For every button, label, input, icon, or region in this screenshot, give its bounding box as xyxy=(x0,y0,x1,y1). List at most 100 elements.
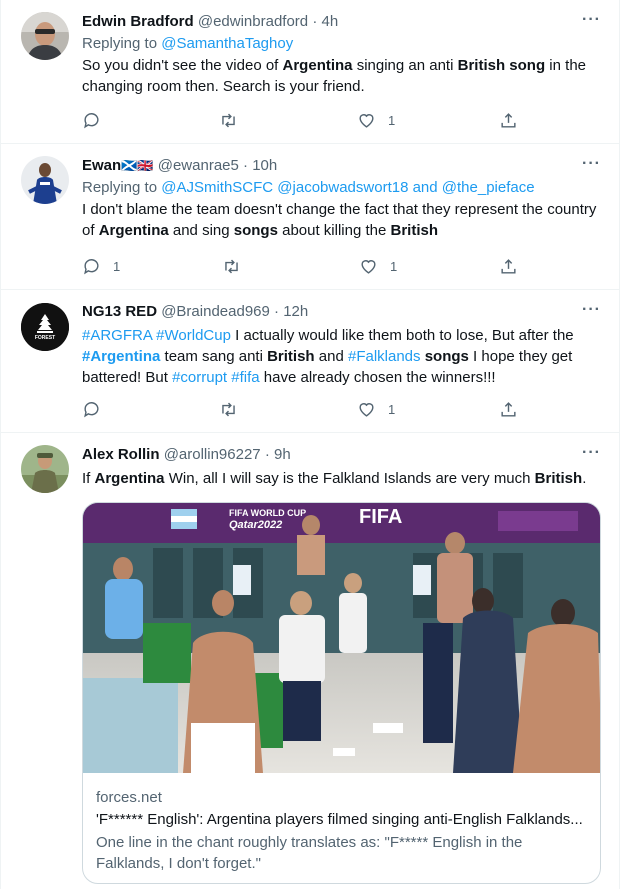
replying-to: Replying to @AJSmithSCFC @jacobwadswort1… xyxy=(82,178,601,198)
more-options-icon[interactable]: ··· xyxy=(582,302,601,318)
tweet-actions: 1 xyxy=(82,111,601,131)
separator: · xyxy=(274,303,280,320)
more-options-icon[interactable]: ··· xyxy=(582,445,601,461)
username[interactable]: @Braindead969 xyxy=(161,303,270,320)
card-image[interactable]: FIFA WORLD CUP Qatar2022 FIFA xyxy=(83,503,600,773)
reply-button[interactable]: 1 xyxy=(82,257,120,276)
reply-button[interactable] xyxy=(82,400,113,419)
highlight: song xyxy=(509,57,546,74)
avatar[interactable] xyxy=(21,12,69,60)
retweet-button[interactable] xyxy=(222,257,253,276)
text-segment: team sang anti xyxy=(160,348,268,365)
timestamp[interactable]: 9h xyxy=(274,446,291,463)
hashtag-link[interactable]: #Argentina xyxy=(82,348,160,365)
highlight: Argentina xyxy=(98,222,169,239)
card-title[interactable]: 'F****** English': Argentina players fil… xyxy=(96,810,587,830)
like-count: 1 xyxy=(388,402,396,417)
text-segment: So you didn't see the video of xyxy=(82,57,283,74)
avatar[interactable] xyxy=(21,156,69,204)
timestamp[interactable]: 10h xyxy=(252,157,277,174)
tweet-text: So you didn't see the video of Argentina… xyxy=(82,55,601,97)
username[interactable]: @arollin96227 xyxy=(164,446,261,463)
highlight: British xyxy=(267,348,315,365)
tweet[interactable]: Edwin Bradford @edwinbradford · 4h ··· R… xyxy=(1,0,619,144)
share-icon xyxy=(501,113,516,128)
reply-count: 1 xyxy=(113,259,121,274)
avatar-text: FOREST xyxy=(34,335,56,341)
retweet-button[interactable] xyxy=(219,400,250,419)
heart-icon xyxy=(361,260,376,274)
avatar[interactable]: FOREST xyxy=(21,303,69,351)
like-button[interactable]: 1 xyxy=(357,111,395,130)
card-image-banner: FIFA WORLD CUP xyxy=(229,508,307,518)
highlight: songs xyxy=(424,348,469,365)
text-segment: I actually would like them both to lose,… xyxy=(230,327,574,344)
display-name[interactable]: Edwin Bradford xyxy=(82,13,194,30)
highlight: British xyxy=(457,57,506,74)
share-button[interactable] xyxy=(499,257,518,276)
text-segment: have already chosen the winners!!! xyxy=(259,369,496,386)
card-image-banner-sub: Qatar2022 xyxy=(229,519,283,531)
share-icon xyxy=(501,259,516,274)
text-segment: and xyxy=(314,348,348,365)
card-meta: forces.net 'F****** English': Argentina … xyxy=(96,788,587,874)
share-button[interactable] xyxy=(499,400,518,419)
display-name[interactable]: Alex Rollin xyxy=(82,446,160,463)
reply-button[interactable] xyxy=(82,111,113,130)
avatar[interactable] xyxy=(21,445,69,493)
share-icon xyxy=(501,402,516,417)
hashtag-link[interactable]: #corrupt #fifa xyxy=(172,369,260,386)
like-button[interactable]: 1 xyxy=(357,400,395,419)
like-count: 1 xyxy=(388,113,396,128)
username[interactable]: @edwinbradford xyxy=(198,13,308,30)
link-preview-card[interactable]: FIFA WORLD CUP Qatar2022 FIFA forces.net… xyxy=(82,502,601,884)
replying-to: Replying to @SamanthaTaghoy xyxy=(82,34,601,54)
flag-emoji: 🏴󠁧󠁢󠁳󠁣󠁴󠁿🇬🇧 xyxy=(121,158,154,173)
highlight: Argentina xyxy=(282,57,353,74)
timestamp[interactable]: 4h xyxy=(321,13,338,30)
separator: · xyxy=(264,446,270,463)
card-description: One line in the chant roughly translates… xyxy=(96,834,523,872)
reply-icon xyxy=(84,259,99,275)
display-name[interactable]: Ewan xyxy=(82,157,121,174)
text-segment: singing an anti xyxy=(352,57,458,74)
more-options-icon[interactable]: ··· xyxy=(582,12,601,28)
share-button[interactable] xyxy=(499,111,518,130)
tweet-actions: 1 1 xyxy=(82,257,601,277)
separator: · xyxy=(312,13,318,30)
tweet-actions: 1 xyxy=(82,400,601,420)
text-segment: and sing xyxy=(168,222,234,239)
more-options-icon[interactable]: ··· xyxy=(582,156,601,172)
username[interactable]: @ewanrae5 xyxy=(158,157,239,174)
like-count: 1 xyxy=(390,259,398,274)
replying-to-label: Replying to xyxy=(82,179,158,196)
highlight: songs xyxy=(233,222,278,239)
reply-mention-link[interactable]: @SamanthaTaghoy xyxy=(161,35,293,52)
display-name[interactable]: NG13 RED xyxy=(82,303,157,320)
highlight: British xyxy=(390,222,439,239)
like-button[interactable]: 1 xyxy=(359,257,397,276)
card-image-fifa-logo: FIFA xyxy=(359,506,403,528)
heart-icon xyxy=(359,403,374,417)
retweet-icon xyxy=(222,402,235,417)
highlight: Argentina xyxy=(94,470,165,487)
timestamp[interactable]: 12h xyxy=(283,303,308,320)
hashtag-link[interactable]: #ARGFRA #WorldCup xyxy=(82,327,231,344)
tweet[interactable]: Ewan🏴󠁧󠁢󠁳󠁣󠁴󠁿🇬🇧 @ewanrae5 · 10h ··· Replyi… xyxy=(1,144,619,290)
tweet-text: I don't blame the team doesn't change th… xyxy=(82,199,601,241)
hashtag-link[interactable]: #Falklands xyxy=(348,348,421,365)
retweet-button[interactable] xyxy=(219,111,250,130)
timeline: Edwin Bradford @edwinbradford · 4h ··· R… xyxy=(0,0,620,889)
text-segment: . xyxy=(582,470,587,487)
heart-icon xyxy=(359,114,374,128)
card-domain: forces.net xyxy=(96,789,162,806)
replying-to-label: Replying to xyxy=(82,35,158,52)
retweet-icon xyxy=(225,259,238,274)
text-segment: Win, all I will say is the Falkland Isla… xyxy=(164,470,535,487)
text-segment: If xyxy=(82,470,95,487)
reply-icon xyxy=(84,402,99,418)
text-segment: about killing the xyxy=(277,222,391,239)
reply-mention-link[interactable]: @AJSmithSCFC @jacobwadswort18 and @the_p… xyxy=(161,179,534,196)
reply-icon xyxy=(84,113,99,129)
tweet[interactable]: FOREST NG13 RED @Braindead969 · 12h ··· … xyxy=(1,290,619,433)
